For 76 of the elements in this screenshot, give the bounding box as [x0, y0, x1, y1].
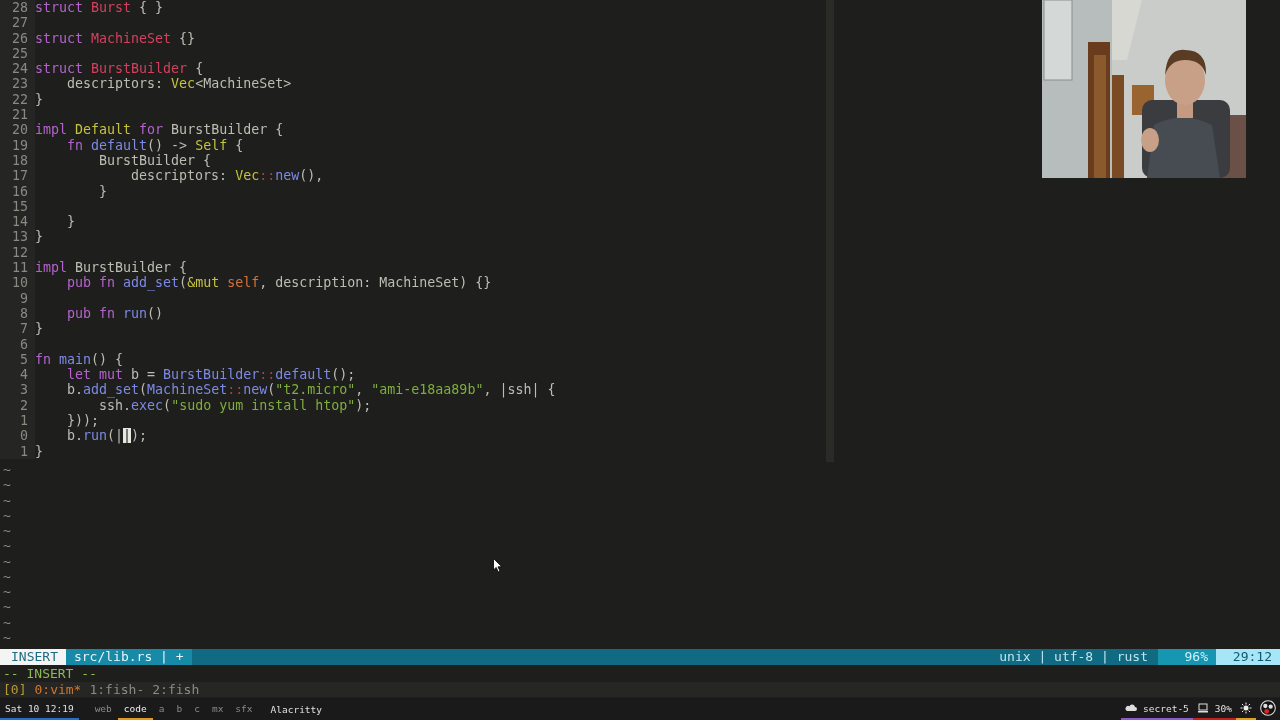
- code-line: struct BurstBuilder {: [35, 61, 204, 77]
- workspace-tab[interactable]: b: [170, 698, 189, 720]
- line-number: 11: [0, 260, 35, 276]
- line-number: 24: [0, 61, 35, 77]
- code-line: }: [35, 443, 43, 459]
- empty-line-marker: ~: [2, 553, 12, 569]
- workspace-tab[interactable]: web: [88, 698, 118, 720]
- tmux-window[interactable]: 1:fish-: [89, 682, 145, 697]
- empty-line-marker: ~: [2, 462, 12, 478]
- line-number: 1: [0, 413, 35, 429]
- tray-item[interactable]: secret-5: [1121, 698, 1193, 720]
- code-line: }: [66, 214, 76, 230]
- code-line: }: [35, 321, 43, 337]
- code-line: struct Burst { }: [35, 0, 164, 16]
- code-line: descriptors: Vec<MachineSet>: [66, 76, 292, 92]
- code-line: }: [98, 183, 108, 199]
- file-info: unix | utf-8 | rust: [998, 649, 1149, 665]
- line-number: 13: [0, 229, 35, 245]
- code-line: let mut b = BurstBuilder::default();: [66, 367, 356, 383]
- line-number: 20: [0, 122, 35, 138]
- mouse-pointer-icon: [493, 558, 503, 573]
- clock: Sat 10 12:19: [0, 698, 79, 720]
- cursor-position: 29:12: [1216, 649, 1280, 665]
- empty-line-marker: ~: [2, 523, 12, 539]
- empty-line-marker: ~: [2, 507, 12, 523]
- code-line: pub fn run(): [66, 305, 164, 322]
- line-number: 27: [0, 15, 35, 31]
- mode-message: -- INSERT --: [2, 666, 98, 681]
- empty-line-marker: ~: [2, 477, 12, 493]
- code-line: impl BurstBuilder {: [35, 260, 188, 276]
- tmux-window[interactable]: 2:fish: [152, 682, 200, 697]
- line-number: 4: [0, 367, 35, 383]
- empty-line-marker: ~: [2, 538, 12, 554]
- workspace-tab[interactable]: code: [117, 698, 153, 720]
- file-name: src/lib.rs | +: [65, 649, 192, 665]
- tray-item[interactable]: 30%: [1192, 698, 1236, 720]
- line-number: 0: [0, 428, 35, 444]
- workspace-tab[interactable]: c: [188, 698, 206, 720]
- line-number: 14: [0, 214, 35, 230]
- workspace-tab[interactable]: a: [152, 698, 171, 720]
- empty-line-marker: ~: [2, 584, 12, 600]
- line-number: 17: [0, 168, 35, 184]
- code-line: impl Default for BurstBuilder {: [35, 122, 284, 138]
- empty-line-marker: ~: [2, 629, 12, 645]
- code-line: struct MachineSet {}: [35, 30, 196, 46]
- empty-line-marker: ~: [2, 599, 12, 615]
- laptop-icon: [1196, 702, 1209, 714]
- line-number: 21: [0, 107, 35, 123]
- code-line: }: [35, 229, 43, 245]
- code-line: fn main() {: [35, 351, 124, 368]
- code-line: }));: [66, 413, 100, 429]
- line-number: 3: [0, 382, 35, 398]
- sun-icon: [1240, 702, 1252, 714]
- code-line: BurstBuilder {: [98, 152, 212, 169]
- line-number: 23: [0, 76, 35, 92]
- session-label: [0]: [3, 682, 27, 697]
- window-title: Alacritty: [270, 702, 322, 717]
- line-number: 10: [0, 275, 35, 291]
- cloud-icon: [1125, 702, 1138, 714]
- line-number: 28: [0, 0, 35, 16]
- line-number: 7: [0, 321, 35, 337]
- empty-line-marker: ~: [2, 492, 12, 508]
- code-line: ssh.exec("sudo yum install htop");: [99, 397, 372, 413]
- tmux-window[interactable]: 0:vim*: [34, 682, 82, 697]
- code-line: b.run(||);: [66, 428, 148, 444]
- code-line: fn default() -> Self {: [66, 137, 244, 153]
- workspace-tab[interactable]: sfx: [229, 698, 259, 720]
- code-line: descriptors: Vec::new(),: [130, 168, 324, 184]
- empty-line-marker: ~: [2, 568, 12, 584]
- code-line: }: [35, 91, 43, 108]
- empty-line-marker: ~: [2, 614, 12, 630]
- code-line: pub fn add_set(&mut self, description: MachineSet) {}: [66, 275, 492, 291]
- mode-indicator: INSERT: [0, 649, 66, 665]
- code-line: b.add_set(MachineSet::new("t2.micro", "ami-e18aa89b", |ssh| {: [66, 382, 556, 398]
- scroll-percent: 96%: [1158, 649, 1216, 665]
- workspace-tab[interactable]: mx: [205, 698, 230, 720]
